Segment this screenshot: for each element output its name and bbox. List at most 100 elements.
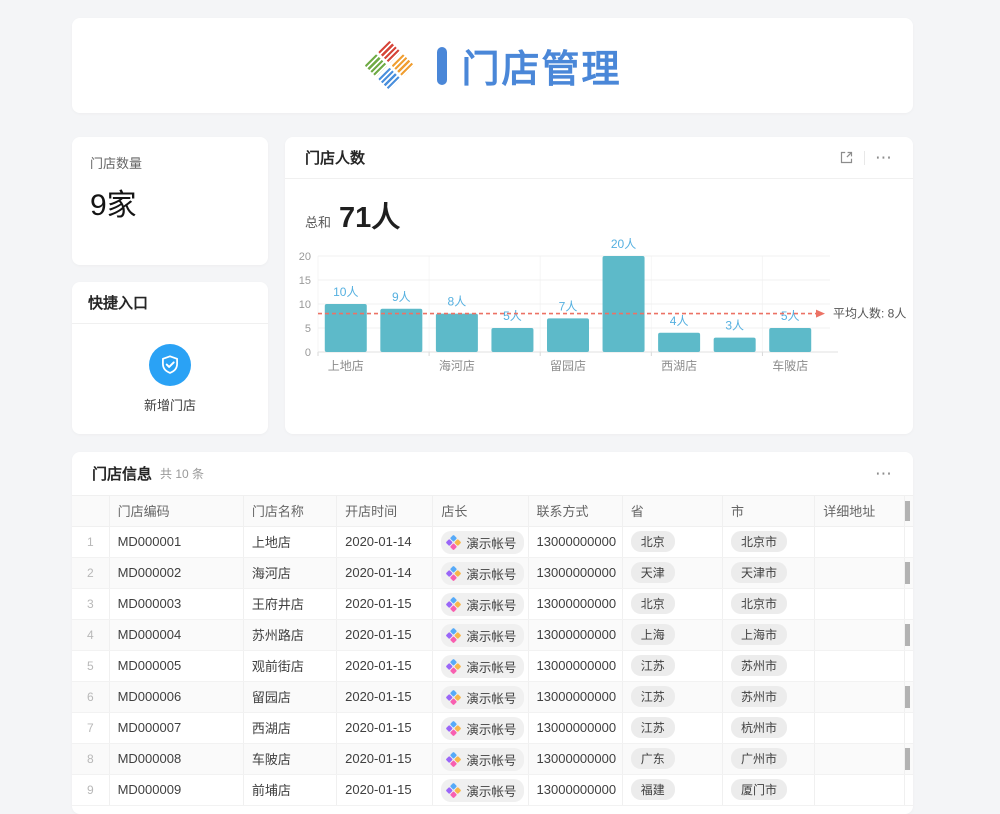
bar[interactable] xyxy=(769,328,811,352)
svg-text:车陂店: 车陂店 xyxy=(772,358,808,373)
icon-divider xyxy=(864,151,865,165)
table-row[interactable]: 8MD000008车陂店2020-01-15演示帐号13000000000广东广… xyxy=(72,743,913,774)
scrollbar-mark xyxy=(905,562,910,584)
svg-text:7人: 7人 xyxy=(559,299,578,313)
manager-avatar-icon xyxy=(446,783,461,798)
scrollbar-mark xyxy=(905,624,910,646)
column-header: 联系方式 xyxy=(528,496,622,526)
address-cell xyxy=(815,681,905,712)
bar[interactable] xyxy=(658,333,700,352)
city-tag: 厦门市 xyxy=(731,779,787,800)
manager-name: 演示帐号 xyxy=(466,688,516,707)
sliver-cell xyxy=(905,681,913,712)
store-code-cell: MD000007 xyxy=(109,712,243,743)
table-row[interactable]: 5MD000005观前街店2020-01-15演示帐号13000000000江苏… xyxy=(72,650,913,681)
province-cell: 江苏 xyxy=(622,681,722,712)
table-row[interactable]: 1MD000001上地店2020-01-14演示帐号13000000000北京北… xyxy=(72,526,913,557)
table-row[interactable]: 9MD000009前埔店2020-01-15演示帐号13000000000福建厦… xyxy=(72,774,913,805)
manager-badge: 演示帐号 xyxy=(441,748,524,771)
store-code-cell: MD000006 xyxy=(109,681,243,712)
row-number: 8 xyxy=(72,743,109,774)
bar[interactable] xyxy=(436,314,478,352)
store-code-cell: MD000004 xyxy=(109,619,243,650)
svg-text:海河店: 海河店 xyxy=(439,358,475,373)
bar[interactable] xyxy=(603,256,645,352)
add-store-label: 新增门店 xyxy=(144,395,196,414)
table-row[interactable]: 7MD000007西湖店2020-01-15演示帐号13000000000江苏杭… xyxy=(72,712,913,743)
column-header: 开店时间 xyxy=(337,496,433,526)
title-accent-bar xyxy=(437,47,447,85)
manager-badge: 演示帐号 xyxy=(441,531,524,554)
row-number: 9 xyxy=(72,774,109,805)
province-tag: 天津 xyxy=(631,562,675,583)
svg-text:平均人数: 8人: 平均人数: 8人 xyxy=(833,306,906,321)
province-cell: 上海 xyxy=(622,619,722,650)
province-tag: 江苏 xyxy=(631,655,675,676)
open-date-cell: 2020-01-15 xyxy=(337,588,433,619)
manager-avatar-icon xyxy=(446,659,461,674)
address-cell xyxy=(815,619,905,650)
province-cell: 福建 xyxy=(622,774,722,805)
store-code-cell: MD000001 xyxy=(109,526,243,557)
svg-text:3人: 3人 xyxy=(725,319,744,333)
store-code-cell: MD000002 xyxy=(109,557,243,588)
province-tag: 北京 xyxy=(631,593,675,614)
city-tag: 广州市 xyxy=(731,748,787,769)
svg-text:10人: 10人 xyxy=(333,285,358,299)
table-row[interactable]: 6MD000006留园店2020-01-15演示帐号13000000000江苏苏… xyxy=(72,681,913,712)
store-name-cell: 车陂店 xyxy=(243,743,336,774)
store-code-cell: MD000005 xyxy=(109,650,243,681)
bar[interactable] xyxy=(491,328,533,352)
city-cell: 广州市 xyxy=(723,743,815,774)
store-name-cell: 上地店 xyxy=(243,526,336,557)
city-tag: 上海市 xyxy=(731,624,787,645)
province-tag: 上海 xyxy=(631,624,675,645)
open-date-cell: 2020-01-14 xyxy=(337,526,433,557)
store-code-cell: MD000009 xyxy=(109,774,243,805)
province-cell: 北京 xyxy=(622,526,722,557)
bar[interactable] xyxy=(325,304,367,352)
manager-badge: 演示帐号 xyxy=(441,779,524,802)
expand-icon[interactable] xyxy=(839,150,854,165)
table-row[interactable]: 2MD000002海河店2020-01-14演示帐号13000000000天津天… xyxy=(72,557,913,588)
open-date-cell: 2020-01-15 xyxy=(337,774,433,805)
bar[interactable] xyxy=(714,338,756,352)
phone-cell: 13000000000 xyxy=(528,557,622,588)
app-logo-icon xyxy=(363,40,415,92)
column-header: 门店名称 xyxy=(243,496,336,526)
svg-text:8人: 8人 xyxy=(448,295,467,309)
bar[interactable] xyxy=(380,309,422,352)
manager-name: 演示帐号 xyxy=(466,719,516,738)
province-cell: 天津 xyxy=(622,557,722,588)
store-table-card: 门店信息 共 10 条 ⋯ 门店编码门店名称开店时间店长联系方式省市详细地址 1… xyxy=(72,452,913,814)
manager-cell: 演示帐号 xyxy=(433,681,528,712)
more-icon[interactable]: ⋯ xyxy=(875,149,893,166)
sliver-cell xyxy=(905,619,913,650)
manager-name: 演示帐号 xyxy=(466,533,516,552)
address-cell xyxy=(815,712,905,743)
phone-cell: 13000000000 xyxy=(528,681,622,712)
bar[interactable] xyxy=(547,318,589,352)
quick-entry-card: 快捷入口 新增门店 xyxy=(72,282,268,434)
table-row[interactable]: 3MD000003王府井店2020-01-15演示帐号13000000000北京… xyxy=(72,588,913,619)
manager-cell: 演示帐号 xyxy=(433,588,528,619)
address-cell xyxy=(815,526,905,557)
headcount-bar-chart: 0510152010人9人8人5人7人20人4人3人5人平均人数: 8人上地店海… xyxy=(285,227,913,397)
store-name-cell: 西湖店 xyxy=(243,712,336,743)
row-number: 2 xyxy=(72,557,109,588)
manager-cell: 演示帐号 xyxy=(433,712,528,743)
table-row[interactable]: 4MD000004苏州路店2020-01-15演示帐号13000000000上海… xyxy=(72,619,913,650)
row-number: 6 xyxy=(72,681,109,712)
more-icon[interactable]: ⋯ xyxy=(875,465,893,482)
manager-avatar-icon xyxy=(446,752,461,767)
manager-avatar-icon xyxy=(446,597,461,612)
store-name-cell: 观前街店 xyxy=(243,650,336,681)
add-store-button[interactable]: 新增门店 xyxy=(72,324,268,434)
shield-check-icon xyxy=(149,344,191,386)
manager-cell: 演示帐号 xyxy=(433,557,528,588)
open-date-cell: 2020-01-15 xyxy=(337,650,433,681)
sliver-cell xyxy=(905,526,913,557)
svg-text:5人: 5人 xyxy=(503,309,522,323)
open-date-cell: 2020-01-15 xyxy=(337,743,433,774)
column-header: 市 xyxy=(723,496,815,526)
